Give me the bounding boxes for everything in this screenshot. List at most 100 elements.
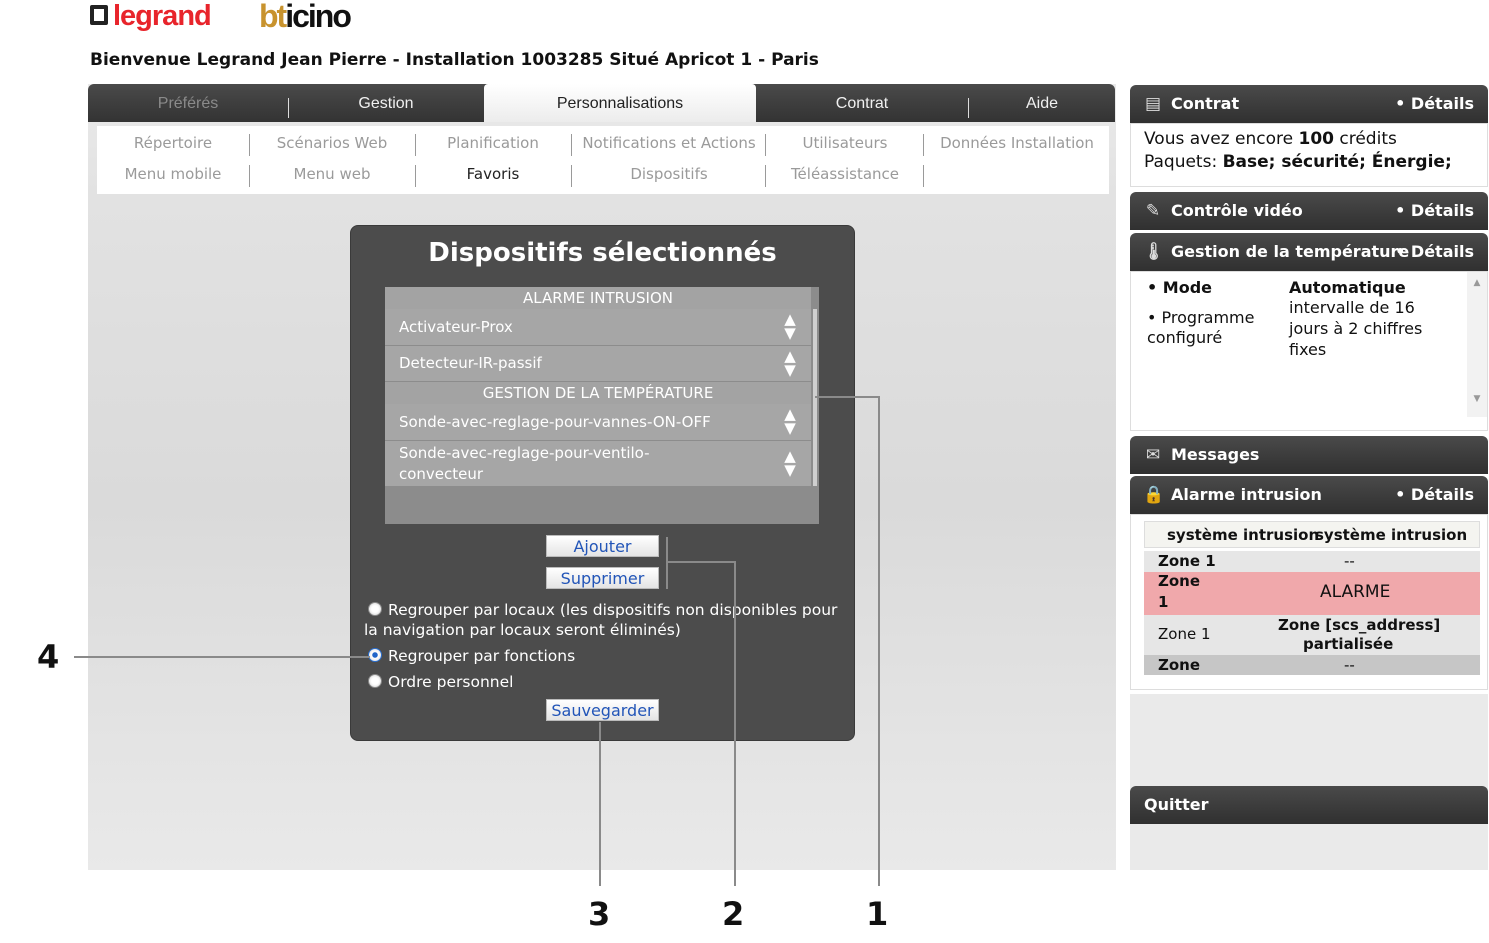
table-row-alarm: Zone 1 ALARME [1144, 572, 1480, 615]
list-item[interactable]: Sonde-avec-reglage-pour-ventilo- convect… [385, 441, 811, 486]
tab-contrat[interactable]: Contrat [756, 84, 968, 122]
bticino-mark: bt [259, 0, 287, 34]
radio-custom-order[interactable]: Ordre personnel [368, 673, 513, 691]
bticino-wordmark: icino [285, 0, 352, 34]
submenu-divider [415, 134, 416, 156]
temperature-details-link[interactable]: • Détails [1395, 242, 1474, 261]
messages-title: Messages [1171, 445, 1260, 464]
alarm-title: Alarme intrusion [1171, 485, 1322, 504]
contract-details-link[interactable]: • Détails [1395, 94, 1474, 113]
alarm-status-cell: ALARME [1320, 582, 1391, 602]
list-item[interactable]: Detecteur-IR-passif ▲ ▼ [385, 346, 811, 381]
zone-cell: Zone 1 [1158, 552, 1216, 570]
submenu-divider [923, 134, 924, 156]
reorder-arrows-icon[interactable]: ▲ ▼ [781, 349, 799, 378]
devices-title: Dispositifs sélectionnés [428, 238, 777, 268]
category-alarme-intrusion: ALARME INTRUSION [385, 287, 811, 309]
submenu-notifications[interactable]: Notifications et Actions [571, 134, 767, 152]
radio-group-by-functions[interactable]: Regrouper par fonctions [368, 647, 575, 665]
envelope-icon: ✉ [1145, 445, 1161, 465]
welcome-text: Bienvenue Legrand Jean Pierre - Installa… [90, 50, 819, 70]
credits-count: 100 [1298, 129, 1334, 149]
list-item[interactable]: Sonde-avec-reglage-pour-vannes-ON-OFF ▲ ▼ [385, 404, 811, 440]
credits-suffix: crédits [1333, 129, 1397, 149]
radio-label: Ordre personnel [388, 673, 514, 691]
submenu-divider [571, 134, 572, 156]
alarm-details-link[interactable]: • Détails [1395, 485, 1474, 504]
radio-label: Regrouper par locaux (les dispositifs no… [388, 601, 838, 619]
radio-button[interactable] [368, 602, 382, 616]
credits-line: Vous avez encore 100 crédits [1144, 129, 1397, 149]
video-details-link[interactable]: • Détails [1395, 201, 1474, 220]
status-cell: -- [1344, 552, 1355, 570]
table-row: Zone 1 -- [1144, 551, 1480, 572]
bticino-logo: bticino [259, 0, 352, 35]
submenu-donnees-installation[interactable]: Données Installation [925, 134, 1109, 152]
zone-cell: Zone [1158, 572, 1201, 590]
list-item[interactable]: Activateur-Prox ▲ ▼ [385, 309, 811, 345]
sidebar-filler [1130, 694, 1488, 870]
device-name: Sonde-avec-reglage-pour-ventilo- [399, 444, 650, 462]
temperature-scrollbar[interactable]: ▲ ▼ [1467, 272, 1487, 417]
status-cell: -- [1344, 656, 1355, 674]
tab-personnalisations[interactable]: Personnalisations [484, 84, 756, 122]
submenu-scenarios-web[interactable]: Scénarios Web [249, 134, 415, 152]
device-name: Sonde-avec-reglage-pour-vannes-ON-OFF [399, 413, 711, 431]
contract-body: Vous avez encore 100 crédits Paquets: Ba… [1130, 123, 1488, 187]
submenu-menu-mobile[interactable]: Menu mobile [97, 165, 249, 183]
add-button[interactable]: Ajouter [546, 535, 659, 557]
submenu-planification[interactable]: Planification [415, 134, 571, 152]
device-name: Detecteur-IR-passif [399, 354, 542, 372]
program-value-2: jours à 2 chiffres [1289, 319, 1423, 338]
quit-button[interactable]: Quitter [1130, 786, 1488, 824]
category-gestion-temperature: GESTION DE LA TEMPÉRATURE [385, 382, 811, 404]
submenu-menu-web[interactable]: Menu web [249, 165, 415, 183]
temperature-header: 🌡 Gestion de la température • Détails [1130, 233, 1488, 271]
tab-aide[interactable]: Aide [968, 84, 1116, 122]
callout-bracket-2 [666, 537, 668, 589]
mode-label: • Mode [1147, 278, 1213, 297]
contract-header: ▤ Contrat • Détails [1130, 85, 1488, 123]
submenu-divider [249, 165, 250, 187]
submenu-favoris[interactable]: Favoris [415, 165, 571, 183]
remove-button[interactable]: Supprimer [546, 567, 659, 589]
submenu-divider [765, 165, 766, 187]
submenu-repertoire[interactable]: Répertoire [97, 134, 249, 152]
scroll-up-icon[interactable]: ▲ [1467, 278, 1487, 288]
submenu-dispositifs[interactable]: Dispositifs [571, 165, 767, 183]
reorder-arrows-icon[interactable]: ▲ ▼ [781, 312, 799, 341]
tab-gestion[interactable]: Gestion [288, 84, 484, 122]
submenu-divider [415, 165, 416, 187]
callout-line-1 [815, 396, 880, 398]
radio-button-selected[interactable] [368, 648, 382, 662]
packages-list: Base; sécurité; Énergie; [1222, 152, 1452, 172]
callout-number-4: 4 [37, 638, 60, 676]
tab-preferes[interactable]: Préférés [88, 84, 288, 122]
callout-number-2: 2 [722, 895, 745, 933]
radio-button[interactable] [368, 674, 382, 688]
callout-number-1: 1 [866, 895, 889, 933]
packages-prefix: Paquets: [1144, 152, 1223, 172]
program-value-1: intervalle de 16 [1289, 298, 1415, 317]
table-row: Zone 1 Zone [scs_address] partialisée [1144, 615, 1480, 655]
callout-line-4 [74, 656, 370, 658]
submenu-utilisateurs[interactable]: Utilisateurs [765, 134, 925, 152]
zone-cell: Zone 1 [1158, 625, 1211, 643]
callout-line-3 [599, 722, 601, 886]
messages-header[interactable]: ✉ Messages [1130, 436, 1488, 474]
sub-menu: Répertoire Scénarios Web Planification N… [97, 126, 1109, 194]
radio-group-by-rooms[interactable]: Regrouper par locaux (les dispositifs no… [368, 601, 837, 619]
main-tabs: Préférés Gestion Personnalisations Contr… [88, 84, 1115, 122]
thermometer-icon: 🌡 [1143, 242, 1165, 262]
device-name: Activateur-Prox [399, 318, 513, 336]
submenu-divider [571, 165, 572, 187]
reorder-arrows-icon[interactable]: ▲ ▼ [781, 449, 799, 478]
submenu-teleassistance[interactable]: Téléassistance [765, 165, 925, 183]
status-cell-line2: partialisée [1303, 635, 1394, 653]
submenu-divider [249, 134, 250, 156]
document-icon: ▤ [1144, 94, 1162, 114]
packages-line: Paquets: Base; sécurité; Énergie; [1144, 152, 1452, 172]
save-button[interactable]: Sauvegarder [546, 699, 659, 721]
scroll-down-icon[interactable]: ▼ [1467, 394, 1487, 404]
reorder-arrows-icon[interactable]: ▲ ▼ [781, 407, 799, 436]
